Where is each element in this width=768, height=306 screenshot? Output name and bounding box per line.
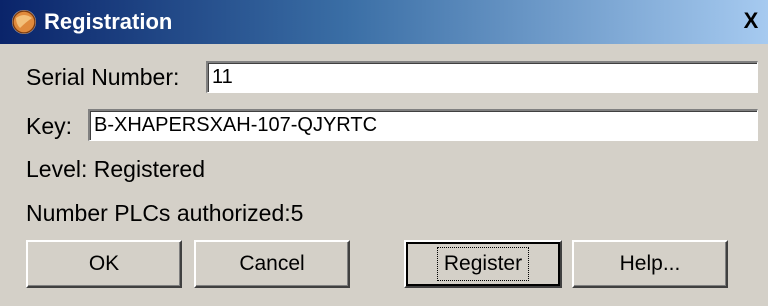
- register-button[interactable]: Register: [404, 240, 562, 288]
- help-button[interactable]: Help...: [572, 240, 728, 288]
- close-button[interactable]: X: [740, 10, 762, 34]
- serial-number-label: Serial Number:: [26, 64, 180, 90]
- plcs-authorized-status: Number PLCs authorized:5: [26, 200, 304, 226]
- app-globe-icon: [12, 10, 36, 34]
- cancel-button-label: Cancel: [239, 252, 305, 275]
- key-field[interactable]: B-XHAPERSXAH-107-QJYRTC: [88, 109, 758, 141]
- cancel-button[interactable]: Cancel: [194, 240, 350, 288]
- window-title: Registration: [44, 9, 173, 34]
- serial-number-field[interactable]: 11: [206, 61, 758, 93]
- help-button-label: Help...: [619, 252, 681, 275]
- key-label: Key:: [26, 113, 73, 139]
- ok-button-label: OK: [88, 252, 120, 275]
- level-status: Level: Registered: [26, 156, 205, 182]
- registration-dialog: Registration X Serial Number: 11 Key: B-…: [0, 0, 768, 306]
- title-bar[interactable]: Registration X: [0, 0, 768, 44]
- register-button-label: Register: [436, 247, 530, 281]
- ok-button[interactable]: OK: [26, 240, 182, 288]
